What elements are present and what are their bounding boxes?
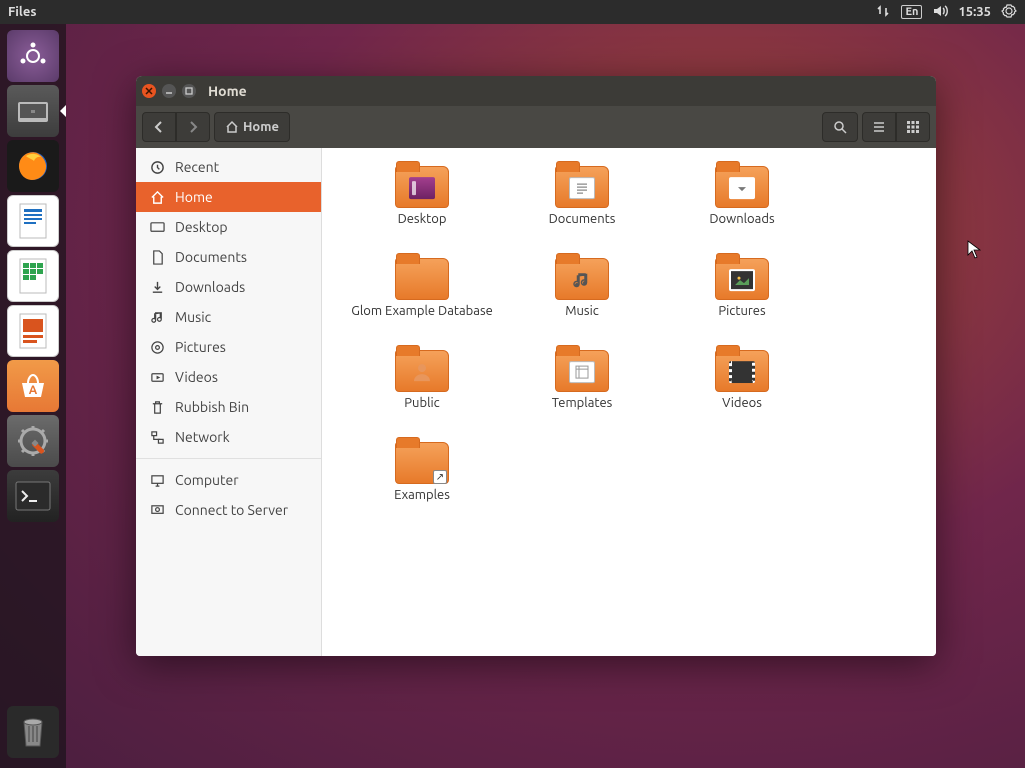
- launcher-terminal[interactable]: [7, 470, 59, 522]
- folder-icon: [715, 350, 769, 392]
- app-menu-label[interactable]: Files: [8, 5, 36, 19]
- sidebar-item-label: Connect to Server: [175, 502, 288, 518]
- launcher-trash[interactable]: [7, 706, 59, 758]
- launcher-settings[interactable]: [7, 415, 59, 467]
- sound-icon[interactable]: [932, 3, 948, 22]
- file-label: Music: [565, 304, 599, 318]
- unity-launcher: A: [0, 24, 66, 768]
- folder-icon: [395, 166, 449, 208]
- window-title: Home: [208, 83, 247, 99]
- file-label: Templates: [552, 396, 613, 410]
- path-button[interactable]: Home: [214, 112, 290, 142]
- folder-icon: [395, 350, 449, 392]
- folder-icon: [715, 258, 769, 300]
- sidebar-item-computer[interactable]: Computer: [136, 465, 321, 495]
- folder-icon: [555, 166, 609, 208]
- sidebar-item-trash[interactable]: Rubbish Bin: [136, 392, 321, 422]
- folder-desktop[interactable]: Desktop: [342, 162, 502, 254]
- launcher-calc[interactable]: [7, 250, 59, 302]
- maximize-icon[interactable]: [182, 84, 196, 98]
- sidebar-item-desktop[interactable]: Desktop: [136, 212, 321, 242]
- sidebar-item-music[interactable]: Music: [136, 302, 321, 332]
- gear-icon[interactable]: [1001, 3, 1017, 22]
- folder-downloads[interactable]: Downloads: [662, 162, 822, 254]
- launcher-dash[interactable]: [7, 30, 59, 82]
- file-label: Documents: [549, 212, 616, 226]
- folder-videos[interactable]: Videos: [662, 346, 822, 438]
- sidebar-item-network[interactable]: Network: [136, 422, 321, 452]
- grid-view-button[interactable]: [896, 112, 930, 142]
- cursor-icon: [967, 240, 981, 260]
- file-label: Downloads: [709, 212, 774, 226]
- network-icon[interactable]: [875, 3, 891, 22]
- sidebar-item-label: Downloads: [175, 279, 245, 295]
- link-emblem-icon: [433, 470, 447, 484]
- folder-music[interactable]: Music: [502, 254, 662, 346]
- file-label: Desktop: [398, 212, 447, 226]
- launcher-impress[interactable]: [7, 305, 59, 357]
- forward-button[interactable]: [176, 112, 210, 142]
- sidebar-item-connect[interactable]: Connect to Server: [136, 495, 321, 525]
- launcher-software[interactable]: A: [7, 360, 59, 412]
- sidebar-item-label: Music: [175, 309, 211, 325]
- back-button[interactable]: [142, 112, 176, 142]
- sidebar-item-label: Network: [175, 429, 230, 445]
- folder-examples[interactable]: Examples: [342, 438, 502, 530]
- sidebar-item-videos[interactable]: Videos: [136, 362, 321, 392]
- file-label: Videos: [722, 396, 762, 410]
- sidebar-item-label: Computer: [175, 472, 239, 488]
- folder-icon: [555, 350, 609, 392]
- file-view[interactable]: Desktop Documents Downloads Glom Example Da…: [322, 148, 936, 656]
- close-icon[interactable]: [142, 84, 156, 98]
- file-label: Public: [404, 396, 439, 410]
- indicator-area: En 15:35: [875, 3, 1017, 22]
- sidebar-item-home[interactable]: Home: [136, 182, 321, 212]
- files-window: Home Home Recent Home Desktop Documents Down…: [136, 76, 936, 656]
- folder-public[interactable]: Public: [342, 346, 502, 438]
- sidebar-item-label: Rubbish Bin: [175, 399, 249, 415]
- folder-pictures[interactable]: Pictures: [662, 254, 822, 346]
- window-titlebar[interactable]: Home: [136, 76, 936, 106]
- list-view-button[interactable]: [862, 112, 896, 142]
- file-label: Glom Example Database: [351, 304, 493, 318]
- sidebar-item-label: Desktop: [175, 219, 228, 235]
- minimize-icon[interactable]: [162, 84, 176, 98]
- launcher-firefox[interactable]: [7, 140, 59, 192]
- path-label: Home: [243, 120, 279, 134]
- toolbar: Home: [136, 106, 936, 148]
- sidebar: Recent Home Desktop Documents Downloads Music…: [136, 148, 322, 656]
- sidebar-item-label: Home: [175, 189, 213, 205]
- launcher-files[interactable]: [7, 85, 59, 137]
- folder-icon: [555, 258, 609, 300]
- sidebar-item-documents[interactable]: Documents: [136, 242, 321, 272]
- search-button[interactable]: [822, 112, 858, 142]
- file-label: Examples: [394, 488, 450, 502]
- sidebar-item-downloads[interactable]: Downloads: [136, 272, 321, 302]
- sidebar-item-label: Pictures: [175, 339, 226, 355]
- folder-icon: [715, 166, 769, 208]
- folder-glom-example-database[interactable]: Glom Example Database: [342, 254, 502, 346]
- svg-text:A: A: [29, 384, 38, 397]
- folder-templates[interactable]: Templates: [502, 346, 662, 438]
- keyboard-indicator[interactable]: En: [901, 5, 922, 19]
- sidebar-item-label: Documents: [175, 249, 247, 265]
- nav-buttons: [142, 112, 210, 142]
- launcher-writer[interactable]: [7, 195, 59, 247]
- sidebar-item-recent[interactable]: Recent: [136, 152, 321, 182]
- sidebar-item-label: Videos: [175, 369, 218, 385]
- file-label: Pictures: [718, 304, 765, 318]
- home-icon: [225, 120, 239, 134]
- clock[interactable]: 15:35: [958, 5, 991, 19]
- folder-documents[interactable]: Documents: [502, 162, 662, 254]
- folder-icon: [395, 442, 449, 484]
- top-panel: Files En 15:35: [0, 0, 1025, 24]
- folder-icon: [395, 258, 449, 300]
- sidebar-item-pictures[interactable]: Pictures: [136, 332, 321, 362]
- sidebar-item-label: Recent: [175, 159, 219, 175]
